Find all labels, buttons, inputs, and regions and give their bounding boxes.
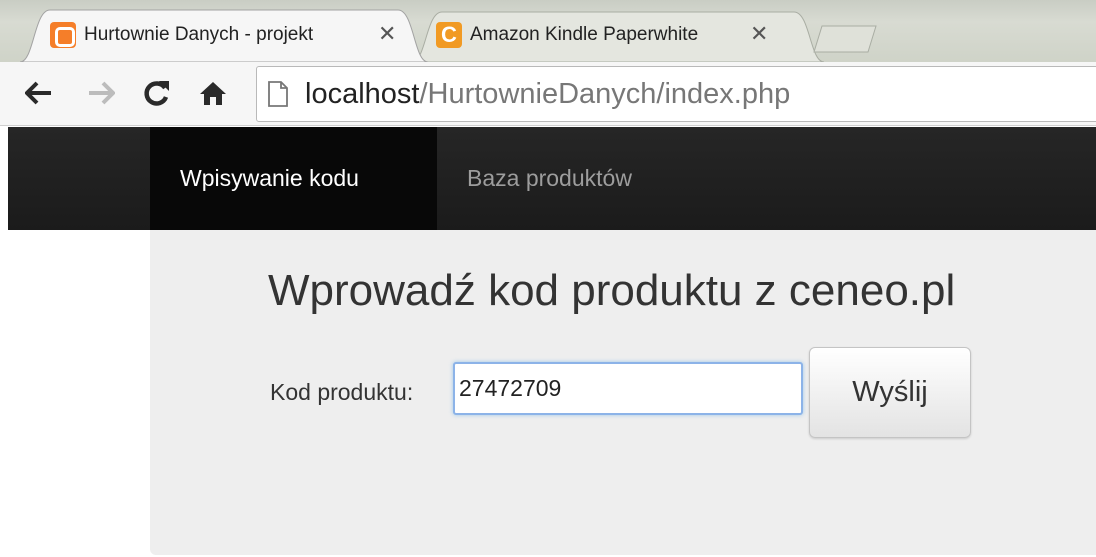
tab-amazon-kindle[interactable]: C Amazon Kindle Paperwhite ✕	[412, 8, 824, 62]
product-code-label: Kod produktu:	[270, 379, 414, 405]
back-arrow-icon	[25, 81, 51, 105]
new-tab-button[interactable]	[812, 24, 878, 54]
tab-title: Amazon Kindle Paperwhite	[470, 24, 699, 45]
tab-hurtownie-danych[interactable]: Hurtownie Danych - projekt ✕	[20, 8, 428, 62]
browser-tab-strip: C Amazon Kindle Paperwhite ✕ Hurtownie D…	[0, 0, 1096, 62]
page-gutter	[0, 230, 150, 557]
submit-button[interactable]: Wyślij	[809, 347, 971, 438]
site-navbar: Wpisywanie kodu Baza produktów	[8, 127, 1096, 230]
forward-arrow-icon	[89, 81, 115, 105]
home-button[interactable]	[196, 76, 230, 110]
new-tab-icon	[813, 25, 877, 53]
product-code-input[interactable]	[453, 362, 803, 415]
url-path: /HurtownieDanych/index.php	[419, 77, 791, 110]
nav-item-baza-produktow[interactable]: Baza produktów	[437, 127, 662, 230]
close-icon[interactable]: ✕	[750, 24, 768, 46]
url-host: localhost	[305, 77, 420, 110]
tab-title: Hurtownie Danych - projekt	[84, 24, 314, 45]
back-button[interactable]	[22, 76, 56, 110]
browser-toolbar: localhost/HurtownieDanych/index.php	[0, 62, 1096, 126]
jumbotron: Wprowadź kod produktu z ceneo.pl Kod pro…	[150, 230, 1096, 555]
address-bar[interactable]: localhost/HurtownieDanych/index.php	[256, 66, 1096, 122]
nav-item-wpisywanie-kodu[interactable]: Wpisywanie kodu	[150, 127, 437, 230]
page-icon	[268, 81, 288, 107]
reload-icon	[144, 81, 169, 106]
ceneo-icon: C	[436, 22, 462, 48]
home-icon	[200, 82, 226, 105]
page-title: Wprowadź kod produktu z ceneo.pl	[268, 266, 956, 315]
forward-button[interactable]	[84, 76, 118, 110]
xampp-icon	[50, 22, 76, 48]
close-icon[interactable]: ✕	[378, 24, 396, 46]
reload-button[interactable]	[140, 76, 174, 110]
